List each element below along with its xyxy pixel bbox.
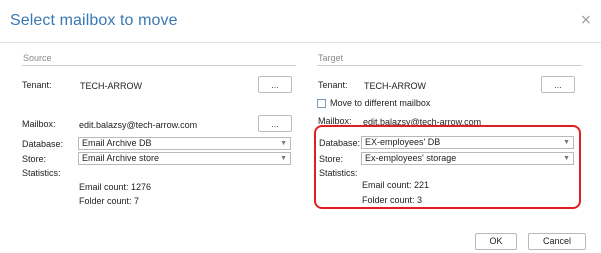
source-database-value: Email Archive DB bbox=[82, 138, 152, 148]
target-database-select[interactable]: EX-employees' DB ▼ bbox=[361, 136, 574, 149]
source-section-line bbox=[22, 65, 296, 66]
target-email-count: Email count: 221 bbox=[362, 180, 430, 190]
move-to-different-mailbox-label: Move to different mailbox bbox=[330, 98, 431, 108]
source-folder-count: Folder count: 7 bbox=[79, 196, 140, 206]
source-statistics-label: Statistics: bbox=[22, 168, 61, 178]
source-store-label: Store: bbox=[22, 154, 47, 164]
source-tenant-value: TECH-ARROW bbox=[80, 81, 142, 91]
cancel-button[interactable]: Cancel bbox=[528, 233, 586, 250]
target-store-value: Ex-employees' storage bbox=[365, 153, 457, 163]
target-section-title: Target bbox=[318, 53, 344, 63]
select-mailbox-dialog: Select mailbox to move × Source Tenant: … bbox=[0, 0, 601, 253]
move-to-different-mailbox-checkbox[interactable] bbox=[317, 99, 326, 108]
target-folder-count: Folder count: 3 bbox=[362, 195, 423, 205]
source-database-select[interactable]: Email Archive DB ▼ bbox=[78, 137, 291, 150]
chevron-down-icon: ▼ bbox=[280, 140, 287, 147]
source-mailbox-browse-button[interactable]: ... bbox=[258, 115, 292, 132]
close-icon[interactable]: × bbox=[580, 12, 592, 28]
target-database-label: Database: bbox=[319, 138, 361, 148]
chevron-down-icon: ▼ bbox=[563, 139, 570, 146]
target-section-line bbox=[317, 65, 582, 66]
title-divider bbox=[0, 42, 601, 43]
target-store-label: Store: bbox=[319, 154, 344, 164]
source-mailbox-label: Mailbox: bbox=[22, 119, 56, 129]
chevron-down-icon: ▼ bbox=[280, 155, 287, 162]
target-tenant-label: Tenant: bbox=[318, 80, 348, 90]
chevron-down-icon: ▼ bbox=[563, 155, 570, 162]
target-database-value: EX-employees' DB bbox=[365, 137, 441, 147]
target-tenant-browse-button[interactable]: ... bbox=[541, 76, 575, 93]
source-tenant-browse-button[interactable]: ... bbox=[258, 76, 292, 93]
dialog-title: Select mailbox to move bbox=[10, 12, 178, 29]
ok-button[interactable]: OK bbox=[475, 233, 517, 250]
target-statistics-label: Statistics: bbox=[319, 168, 358, 178]
source-tenant-label: Tenant: bbox=[22, 80, 52, 90]
target-tenant-value: TECH-ARROW bbox=[364, 81, 426, 91]
source-section-title: Source bbox=[23, 53, 52, 63]
source-store-value: Email Archive store bbox=[82, 153, 160, 163]
target-store-select[interactable]: Ex-employees' storage ▼ bbox=[361, 152, 574, 165]
source-mailbox-value: edit.balazsy@tech-arrow.com bbox=[79, 120, 198, 130]
source-email-count: Email count: 1276 bbox=[79, 182, 152, 192]
source-database-label: Database: bbox=[22, 139, 64, 149]
source-store-select[interactable]: Email Archive store ▼ bbox=[78, 152, 291, 165]
